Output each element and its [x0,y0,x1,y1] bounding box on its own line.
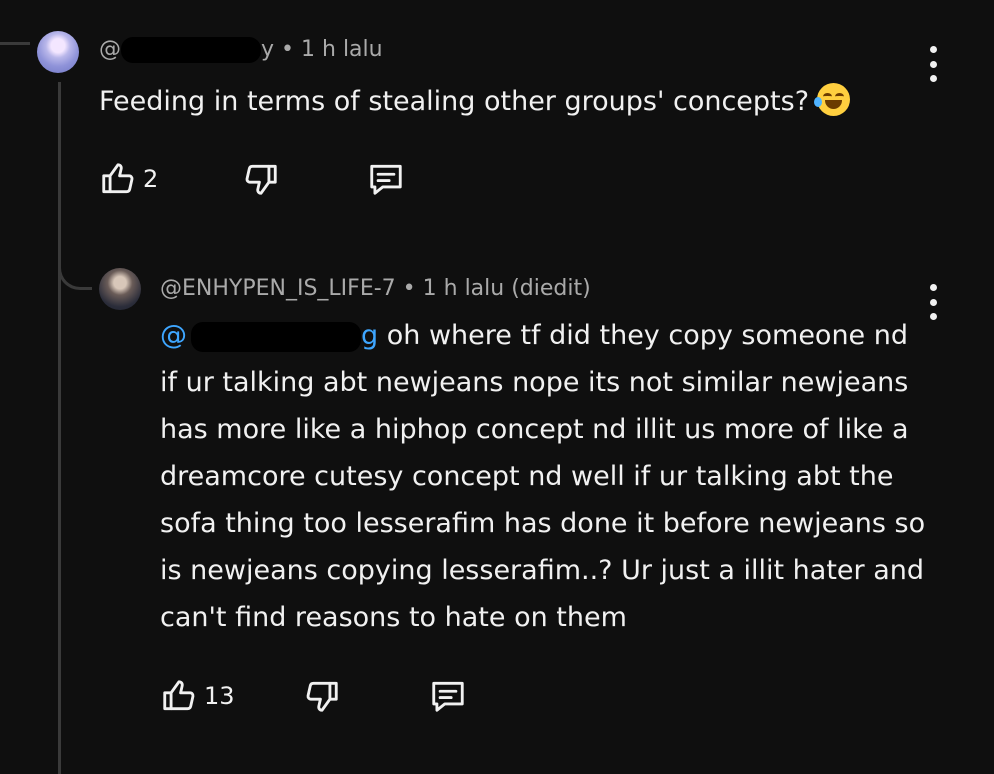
comment-body: Feeding in terms of stealing other group… [99,78,899,125]
reply-button[interactable] [428,677,468,715]
like-count: 2 [143,165,159,193]
avatar[interactable] [37,31,79,73]
avatar[interactable] [99,268,141,310]
redacted-handle [121,37,261,63]
reply-connector [58,256,92,290]
laughing-emoji-icon [814,83,851,116]
separator: • [281,37,295,62]
dislike-icon [245,164,277,195]
timestamp[interactable]: 1 h lalu [301,37,383,62]
comment-body: @ g oh where tf did they copy someone nd … [160,312,930,641]
thread-line [58,82,61,774]
dislike-button[interactable] [242,160,280,198]
like-button[interactable]: 2 [99,160,158,198]
author-handle[interactable]: @ENHYPEN_IS_LIFE-7 [160,276,396,301]
more-options-button[interactable] [928,46,938,82]
like-icon [102,163,134,194]
dislike-icon [306,681,338,712]
like-count: 13 [204,682,235,710]
more-vert-icon [929,46,937,53]
reply-icon [432,681,464,712]
like-button[interactable]: 13 [160,677,235,715]
mention-link[interactable]: @ g [160,312,378,359]
thread-connector-top [0,42,30,45]
more-vert-icon [929,284,937,291]
comment-meta: @ENHYPEN_IS_LIFE-7 • 1 h lalu (diedit) [160,276,591,301]
like-icon [163,680,195,711]
reply-button[interactable] [366,160,406,198]
comment-text: Feeding in terms of stealing other group… [99,86,810,117]
separator: • [402,276,416,301]
redacted-mention [191,321,361,352]
dislike-button[interactable] [303,677,341,715]
author-handle[interactable]: @ y [99,37,274,63]
more-options-button[interactable] [928,284,938,320]
comment-meta: @ y • 1 h lalu [99,37,383,63]
comment-text: oh where tf did they copy someone nd if … [160,320,926,633]
reply-icon [370,164,402,195]
timestamp[interactable]: 1 h lalu (diedit) [423,276,591,301]
